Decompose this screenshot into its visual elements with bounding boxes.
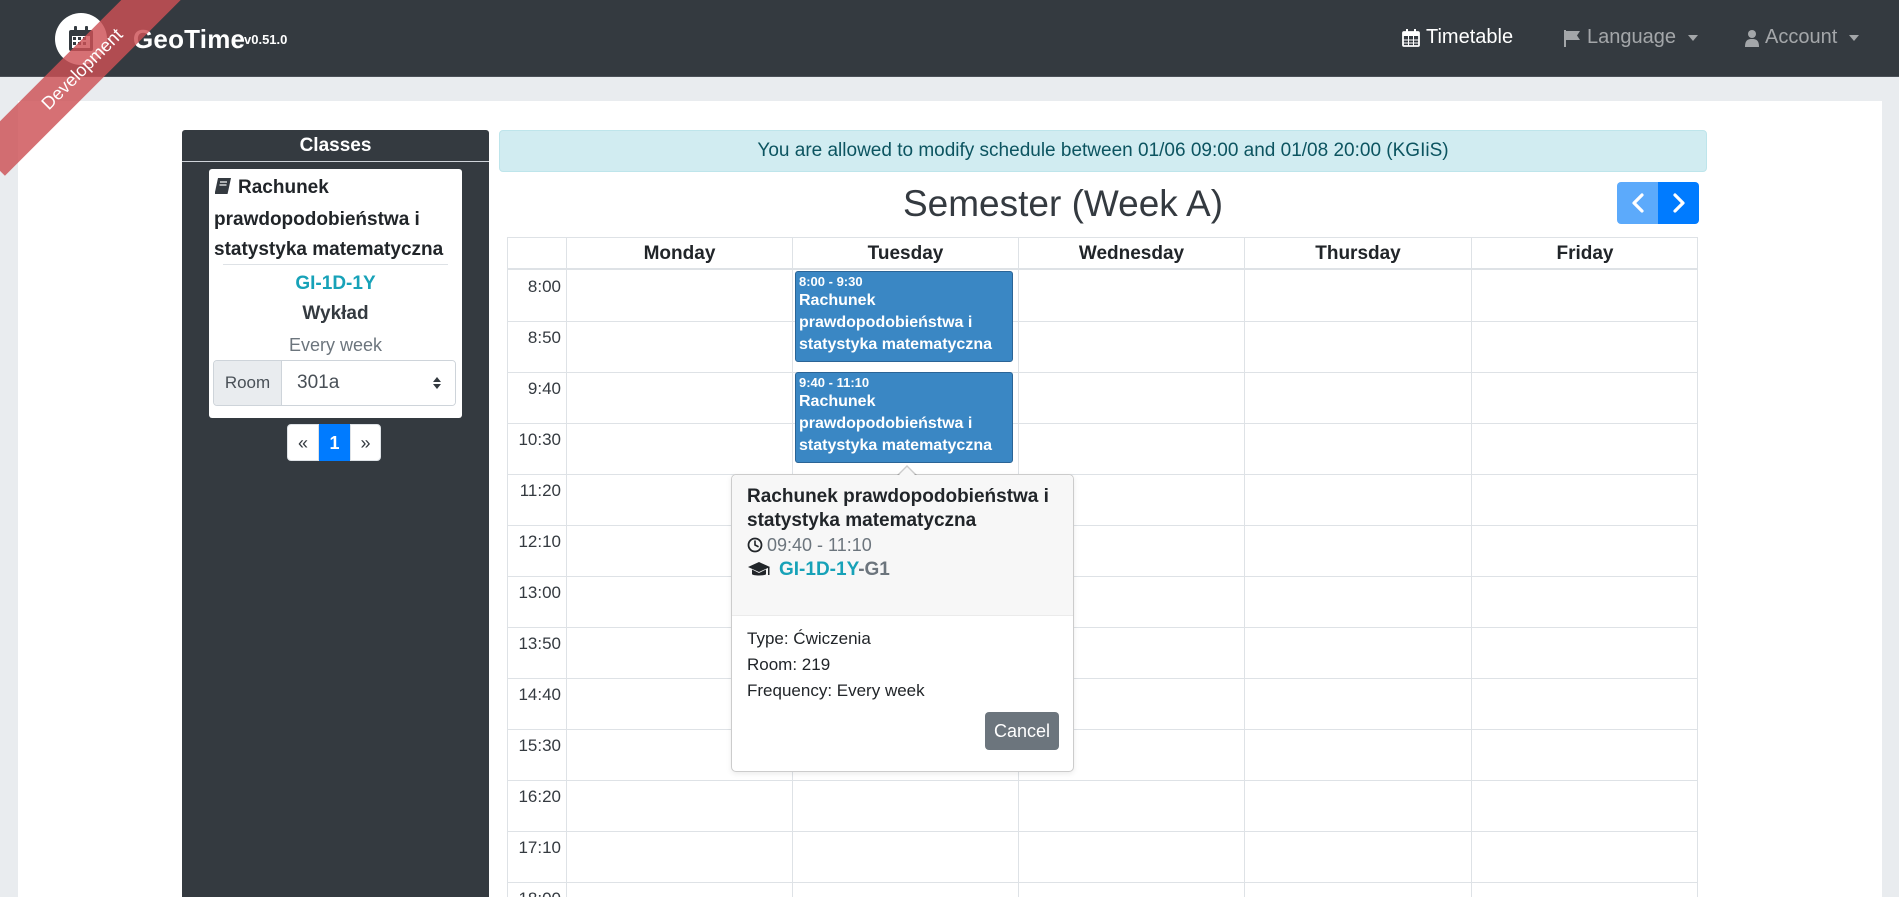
classes-sidebar: Classes Rachunek prawdopodobieństwa i st… bbox=[182, 130, 489, 897]
sidebar-title: Classes bbox=[182, 130, 489, 162]
grid-line bbox=[508, 321, 1697, 322]
time-label: 15:30 bbox=[518, 736, 561, 755]
clock-icon bbox=[747, 537, 763, 553]
popover-title: Rachunek prawdopodobieństwa i statystyka… bbox=[747, 486, 1049, 531]
nav-language-label: Language bbox=[1587, 26, 1676, 48]
time-label: 13:00 bbox=[518, 583, 561, 602]
class-name: Rachunek prawdopodobieństwa i statystyka… bbox=[214, 173, 459, 265]
nav-timetable[interactable]: Timetable bbox=[1402, 26, 1513, 49]
popover-room: Room: 219 bbox=[747, 655, 831, 674]
calendar-header-row: Monday Tuesday Wednesday Thursday Friday bbox=[508, 238, 1697, 270]
time-label: 13:50 bbox=[518, 634, 561, 653]
popover-time: 09:40 - 11:10 bbox=[747, 533, 1058, 557]
graduation-cap-icon bbox=[748, 562, 770, 576]
event-details-popover: Rachunek prawdopodobieństwa i statystyka… bbox=[731, 465, 1074, 772]
event-title: Rachunek prawdopodobieństwa i statystyka… bbox=[799, 393, 992, 454]
time-label: 17:10 bbox=[518, 838, 561, 857]
room-label: Room bbox=[214, 361, 282, 405]
book-icon bbox=[214, 175, 232, 205]
day-header-thursday: Thursday bbox=[1244, 238, 1471, 268]
select-arrows-icon bbox=[433, 377, 441, 389]
popover-body: Type: Ćwiczenia Room: 219 Frequency: Eve… bbox=[732, 616, 1073, 714]
pagination: « 1 » bbox=[287, 424, 381, 461]
caret-down-icon bbox=[1849, 34, 1860, 41]
previous-week-button[interactable] bbox=[1617, 182, 1658, 224]
room-input-group: Room 301a bbox=[213, 360, 456, 406]
grid-line bbox=[508, 882, 1697, 883]
caret-down-icon bbox=[1687, 34, 1698, 41]
popover-header: Rachunek prawdopodobieństwa i statystyka… bbox=[732, 475, 1073, 616]
popover-time-text: 09:40 - 11:10 bbox=[767, 535, 872, 555]
grid-line bbox=[508, 729, 1697, 730]
calendar-event[interactable]: 9:40 - 11:10 Rachunek prawdopodobieństwa… bbox=[795, 372, 1013, 463]
time-label: 18:00 bbox=[508, 889, 566, 897]
event-time: 9:40 - 11:10 bbox=[799, 375, 870, 390]
grid-line bbox=[508, 831, 1697, 832]
nav-account-label: Account bbox=[1765, 26, 1838, 48]
time-label: 16:20 bbox=[518, 787, 561, 806]
day-header-tuesday: Tuesday bbox=[792, 238, 1018, 268]
nav-account-dropdown[interactable]: Account bbox=[1745, 26, 1860, 49]
pagination-prev[interactable]: « bbox=[287, 424, 319, 461]
time-label: 8:50 bbox=[527, 328, 561, 347]
timetable-calendar: Monday Tuesday Wednesday Thursday Friday… bbox=[507, 237, 1698, 897]
navbar: GeoTime v0.51.0 Timetable Language Accou… bbox=[0, 0, 1899, 77]
calendar-event[interactable]: 8:00 - 9:30 Rachunek prawdopodobieństwa … bbox=[795, 271, 1013, 362]
cancel-button[interactable]: Cancel bbox=[985, 712, 1059, 750]
grid-line bbox=[508, 678, 1697, 679]
nav-timetable-label: Timetable bbox=[1426, 26, 1514, 48]
time-label: 11:20 bbox=[519, 481, 561, 500]
chevron-right-icon bbox=[1672, 193, 1685, 213]
popover-subgroup: -G1 bbox=[858, 559, 890, 580]
user-icon bbox=[1745, 29, 1759, 47]
pagination-next[interactable]: » bbox=[350, 424, 381, 461]
popover-type: Type: Ćwiczenia bbox=[747, 629, 871, 648]
grid-line bbox=[566, 270, 567, 897]
event-title: Rachunek prawdopodobieństwa i statystyka… bbox=[799, 292, 992, 353]
week-navigation bbox=[1617, 182, 1699, 224]
nav-language-dropdown[interactable]: Language bbox=[1563, 26, 1698, 49]
chevron-left-icon bbox=[1631, 193, 1644, 213]
grid-line bbox=[1244, 270, 1245, 897]
popover-arrow-inner bbox=[898, 467, 916, 476]
class-name-text: Rachunek prawdopodobieństwa i statystyka… bbox=[214, 177, 444, 260]
pagination-page-1[interactable]: 1 bbox=[319, 424, 350, 461]
schedule-modification-alert: You are allowed to modify schedule betwe… bbox=[499, 130, 1707, 172]
class-card[interactable]: Rachunek prawdopodobieństwa i statystyka… bbox=[209, 169, 462, 418]
time-label: 14:40 bbox=[518, 685, 561, 704]
week-title: Semester (Week A) bbox=[902, 183, 1224, 224]
grid-line bbox=[508, 576, 1697, 577]
calendar-icon bbox=[1402, 28, 1420, 47]
grid-line bbox=[508, 372, 1697, 373]
time-label: 9:40 bbox=[527, 379, 561, 398]
time-label: 8:00 bbox=[527, 277, 561, 296]
grid-line bbox=[508, 474, 1697, 475]
grid-line bbox=[508, 423, 1697, 424]
grid-line bbox=[508, 525, 1697, 526]
grid-line bbox=[508, 780, 1697, 781]
room-select[interactable]: 301a bbox=[282, 361, 455, 405]
day-header-friday: Friday bbox=[1471, 238, 1697, 268]
class-frequency: Every week bbox=[288, 335, 383, 355]
next-week-button[interactable] bbox=[1658, 182, 1699, 224]
event-time: 8:00 - 9:30 bbox=[799, 274, 863, 289]
popover-frequency: Frequency: Every week bbox=[747, 681, 925, 700]
popover-group-code[interactable]: GI-1D-1Y bbox=[779, 559, 858, 580]
day-header-monday: Monday bbox=[566, 238, 792, 268]
room-select-value: 301a bbox=[297, 372, 340, 393]
flag-icon bbox=[1564, 29, 1580, 47]
time-label: 10:30 bbox=[518, 430, 561, 449]
class-group: GI-1D-1Y bbox=[295, 273, 376, 294]
grid-line bbox=[508, 627, 1697, 628]
day-header-wednesday: Wednesday bbox=[1018, 238, 1244, 268]
class-type: Wykład bbox=[302, 303, 369, 324]
time-label: 12:10 bbox=[518, 532, 561, 551]
popover-group: GI-1D-1Y-G1 bbox=[747, 557, 1058, 583]
grid-line bbox=[1471, 270, 1472, 897]
card-divider bbox=[223, 264, 448, 265]
app-version: v0.51.0 bbox=[244, 32, 288, 47]
